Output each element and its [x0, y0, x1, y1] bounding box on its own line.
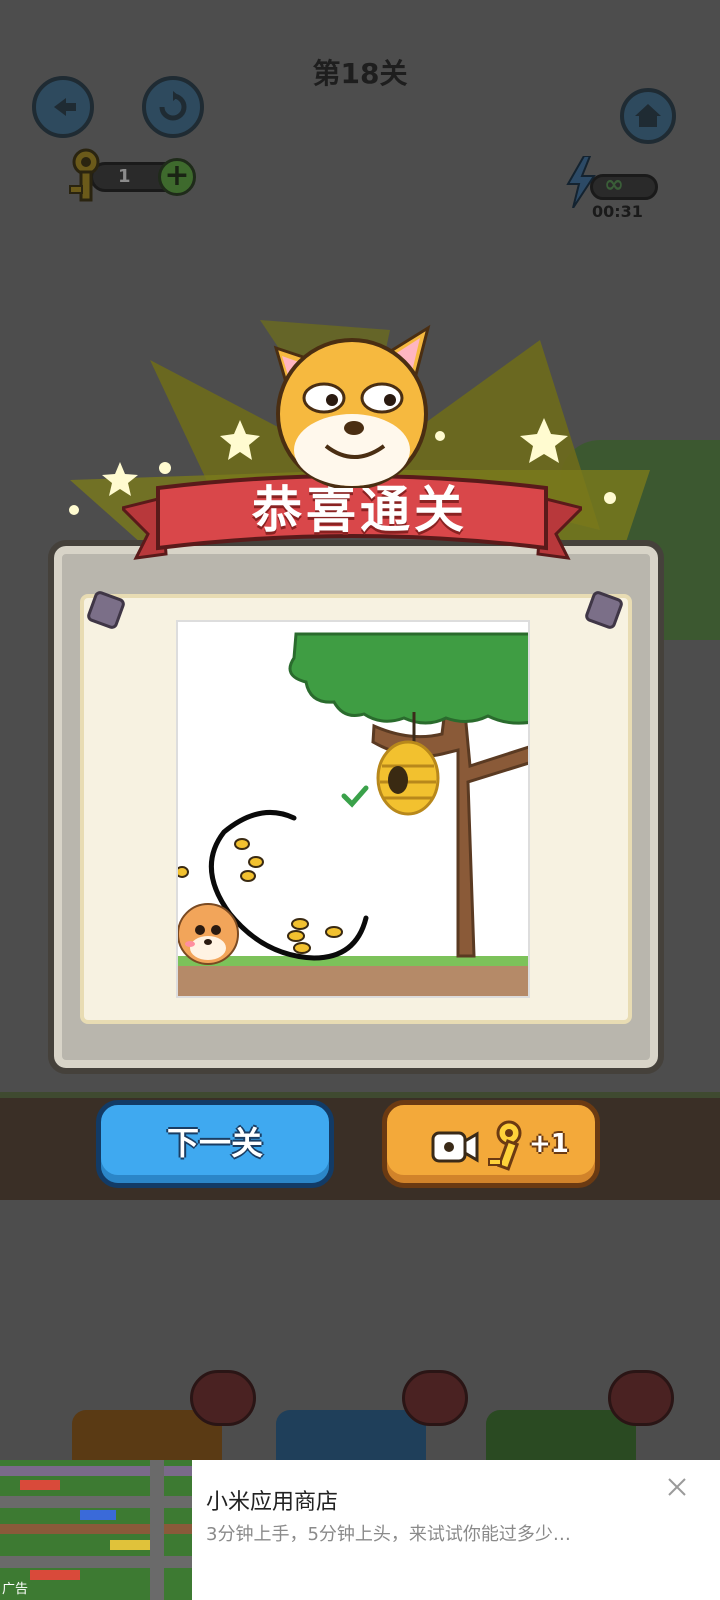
energy-value: ∞	[604, 170, 624, 198]
grass	[178, 956, 528, 966]
key-badge	[402, 1370, 468, 1426]
energy-timer: 00:31	[592, 202, 643, 221]
video-badge	[608, 1370, 674, 1426]
ad-thumbnail[interactable]: 广告	[0, 1460, 192, 1600]
tree-canopy	[288, 632, 528, 725]
key-count: 1	[118, 166, 131, 187]
beehive	[376, 740, 440, 816]
tree-trunk	[371, 700, 528, 958]
close-icon[interactable]	[664, 1474, 690, 1500]
level-title: 第18关	[312, 57, 408, 90]
next-level-button[interactable]: 下一关	[96, 1100, 334, 1188]
dog-mascot	[273, 324, 431, 488]
sparkle-dot	[604, 492, 616, 504]
home-button[interactable]	[620, 88, 676, 144]
level-replay-snapshot	[176, 620, 530, 998]
bee	[234, 838, 250, 850]
ad-tag: 广告	[2, 1582, 29, 1597]
restart-icon	[159, 91, 187, 121]
ad-banner[interactable]: 广告 小米应用商店 3分钟上手，5分钟上头，来试试你能过多少…	[0, 1460, 720, 1600]
video-badge	[190, 1370, 256, 1426]
dirt	[178, 962, 528, 996]
reward-amount: +1	[529, 1129, 569, 1159]
sparkle-dot	[69, 505, 79, 515]
home-icon	[635, 104, 661, 127]
add-key-button[interactable]: +	[158, 158, 196, 196]
bee	[291, 918, 309, 930]
beehive-entrance	[388, 766, 408, 794]
bee	[240, 870, 256, 882]
back-arrow-icon	[54, 98, 76, 116]
bee	[325, 926, 343, 938]
next-level-label: 下一关	[166, 1124, 263, 1162]
bee	[293, 942, 311, 954]
watch-ad-key-button[interactable]: +1	[382, 1100, 600, 1188]
key-icon	[69, 148, 100, 202]
key-icon	[488, 1120, 522, 1171]
energy-indicator: ∞ 00:31	[564, 156, 660, 222]
video-icon	[431, 1131, 479, 1163]
energy-pill	[590, 174, 658, 200]
ad-title[interactable]: 小米应用商店	[206, 1484, 338, 1516]
bee	[287, 930, 305, 942]
check-icon	[341, 785, 369, 808]
bee	[178, 866, 189, 878]
bee	[248, 856, 264, 868]
small-dog	[178, 903, 239, 965]
key-counter: 1 +	[64, 148, 196, 202]
ad-game-preview	[0, 1460, 192, 1600]
ad-description: 3分钟上手，5分钟上头，来试试你能过多少…	[206, 1524, 571, 1545]
lightning-icon	[566, 156, 596, 208]
